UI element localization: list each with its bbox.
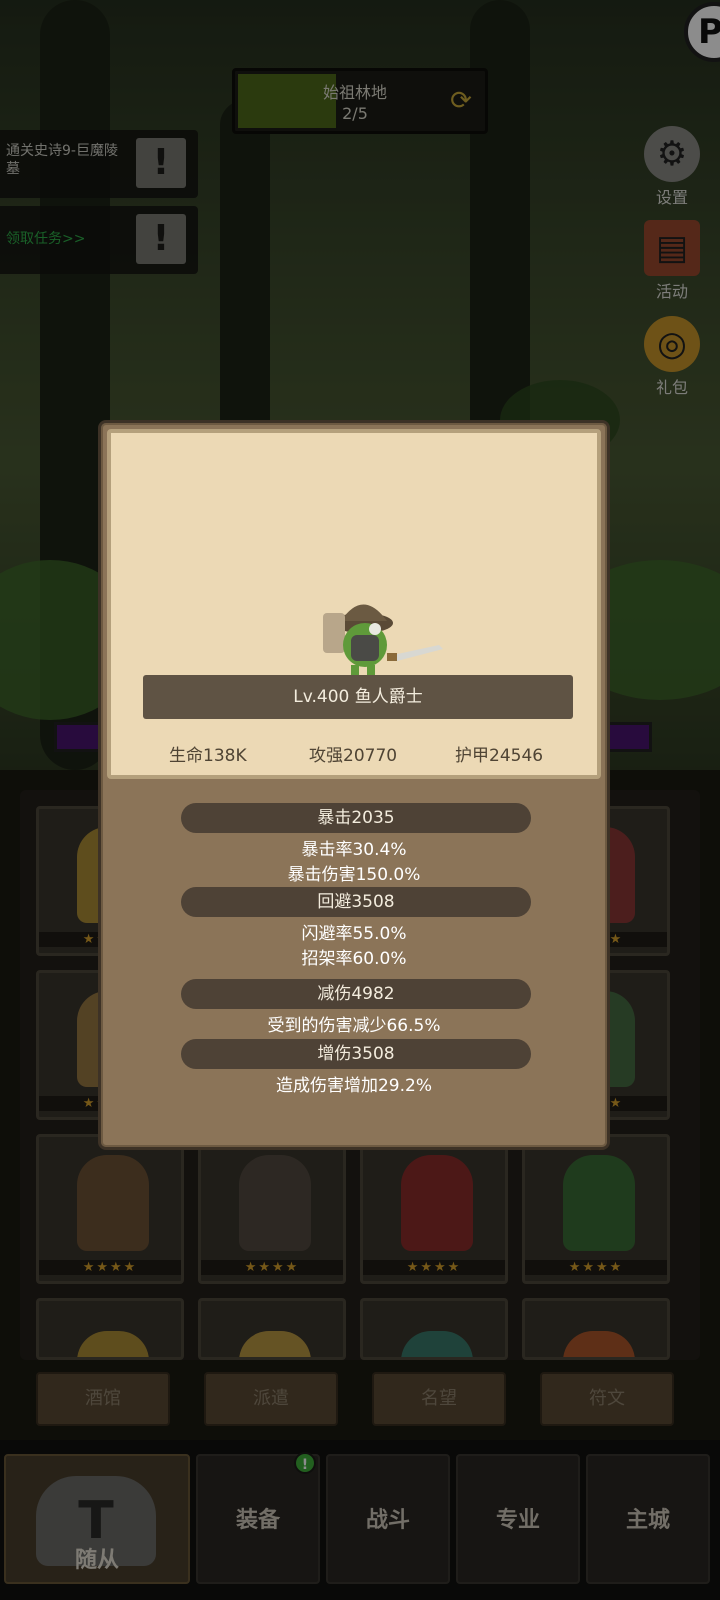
crit-damage: 暴击伤害150.0% xyxy=(287,865,421,885)
crit-rate: 暴击率30.4% xyxy=(301,840,407,860)
stat-hp: 生命138K xyxy=(169,746,247,766)
monster-info-popup: Lv.400 鱼人爵士 生命138K 攻强20770 护甲24546 暴击203… xyxy=(98,420,610,1150)
evade-header: 回避3508 xyxy=(181,887,531,917)
stat-armor: 护甲24546 xyxy=(455,746,544,766)
damage-increase-line: 造成伤害增加29.2% xyxy=(275,1076,432,1096)
monster-portrait-panel: Lv.400 鱼人爵士 生命138K 攻强20770 护甲24546 xyxy=(107,429,601,779)
stat-attack: 攻强20770 xyxy=(309,746,398,766)
monster-name-plate: Lv.400 鱼人爵士 xyxy=(143,675,573,719)
damage-reduction-header: 减伤4982 xyxy=(181,979,531,1009)
parry-rate: 招架率60.0% xyxy=(301,949,407,969)
crit-header: 暴击2035 xyxy=(181,803,531,833)
damage-increase-header: 增伤3508 xyxy=(181,1039,531,1069)
damage-reduction-line: 受到的伤害减少66.5% xyxy=(267,1016,441,1036)
dodge-rate: 闪避率55.0% xyxy=(301,924,407,944)
